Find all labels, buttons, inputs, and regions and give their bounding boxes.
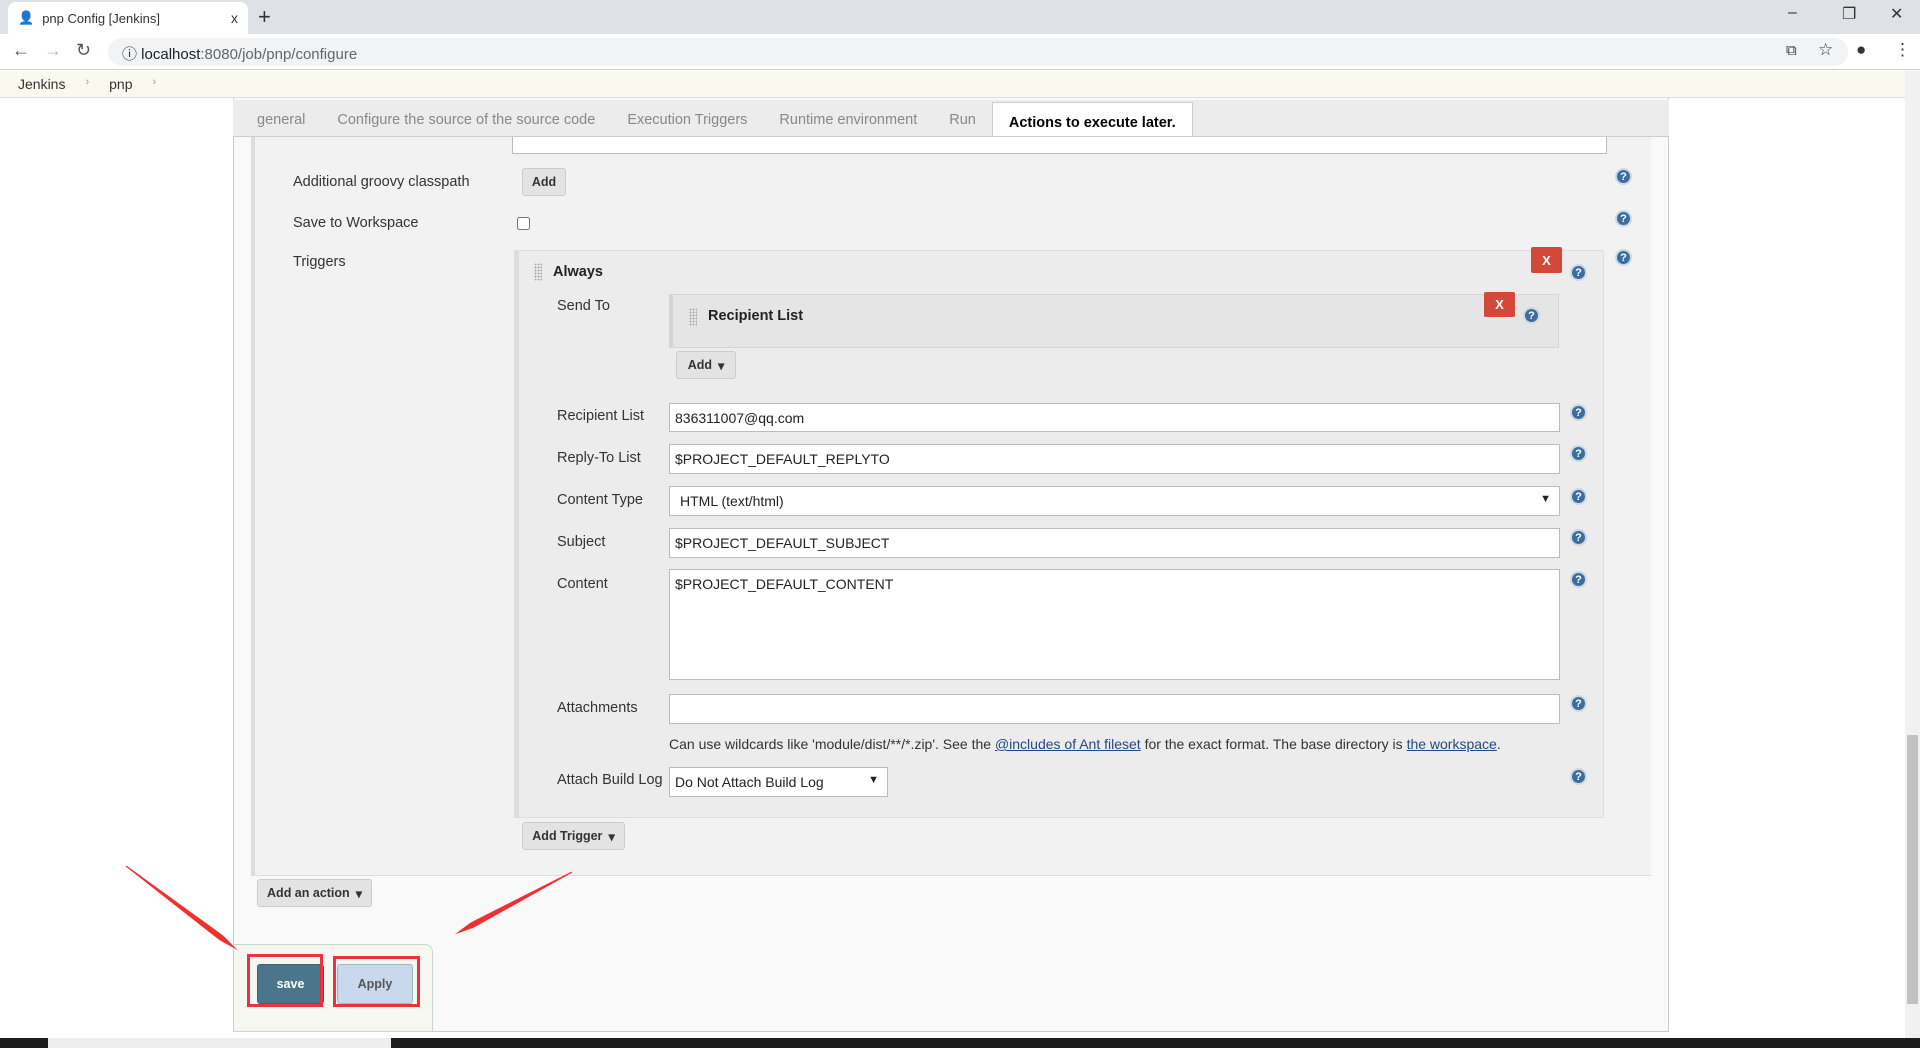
account-icon[interactable]: ● <box>1856 40 1866 60</box>
add-send-to-button[interactable]: Add ▾ <box>676 351 736 379</box>
delete-trigger-button[interactable]: X <box>1531 247 1562 273</box>
tab-runtime[interactable]: Runtime environment <box>763 100 933 136</box>
help-icon[interactable]: ? <box>1570 445 1587 462</box>
scrollbar[interactable] <box>1905 71 1920 1038</box>
breadcrumb: Jenkins › pnp › <box>0 71 1905 98</box>
content-textarea[interactable]: $PROJECT_DEFAULT_CONTENT <box>669 569 1560 680</box>
breadcrumb-pnp[interactable]: pnp <box>109 76 132 92</box>
tab-close-icon[interactable]: x <box>231 10 238 26</box>
add-classpath-button[interactable]: Add <box>522 168 566 196</box>
help-icon[interactable]: ? <box>1615 168 1632 185</box>
reply-to-label: Reply-To List <box>557 450 641 466</box>
send-to-label: Send To <box>557 298 610 314</box>
url-host: localhost <box>141 46 201 63</box>
content-type-value: HTML (text/html) <box>680 493 784 509</box>
url-path: :8080/job/pnp/configure <box>200 46 358 63</box>
ant-fileset-link[interactable]: @includes of Ant fileset <box>995 736 1141 752</box>
new-tab-button[interactable]: + <box>258 4 271 30</box>
save-highlight-box <box>247 954 323 1007</box>
window-close-icon[interactable]: ✕ <box>1890 4 1903 24</box>
delete-recipient-button[interactable]: X <box>1484 292 1515 317</box>
taskbar <box>0 1038 1920 1048</box>
tab-triggers[interactable]: Execution Triggers <box>611 100 763 136</box>
caret-down-icon: ▾ <box>718 358 725 373</box>
groovy-classpath-label: Additional groovy classpath <box>293 174 470 190</box>
add-trigger-button[interactable]: Add Trigger ▾ <box>522 822 625 850</box>
save-workspace-checkbox[interactable] <box>517 217 530 230</box>
star-icon[interactable]: ☆ <box>1818 40 1833 60</box>
content-label: Content <box>557 576 608 592</box>
help-icon[interactable]: ? <box>1570 695 1587 712</box>
tab-title: pnp Config [Jenkins] <box>42 10 160 26</box>
tab-run[interactable]: Run <box>933 100 992 136</box>
chevron-right-icon: › <box>85 76 90 88</box>
caret-down-icon: ▾ <box>608 829 615 844</box>
triggers-label: Triggers <box>293 254 346 270</box>
tab-general[interactable]: general <box>241 100 321 136</box>
restore-icon[interactable]: ❐ <box>1842 4 1856 24</box>
recipient-list-label: Recipient List <box>557 408 645 424</box>
reload-icon[interactable]: ↻ <box>76 40 91 61</box>
info-icon: ⓘ <box>122 46 142 63</box>
translate-icon[interactable]: ⧉ <box>1786 42 1797 59</box>
workspace-link[interactable]: the workspace <box>1407 736 1497 752</box>
menu-icon[interactable]: ⋮ <box>1894 40 1911 60</box>
add-action-label: Add an action <box>267 886 350 900</box>
help-icon[interactable]: ? <box>1615 210 1632 227</box>
tab-post-actions[interactable]: Actions to execute later. <box>991 102 1193 136</box>
apply-highlight-box <box>333 956 420 1007</box>
jenkins-favicon-icon: 👤 <box>18 10 35 25</box>
build-log-value: Do Not Attach Build Log <box>675 774 824 790</box>
address-bar[interactable]: ⓘ localhost:8080/job/pnp/configure <box>108 38 1848 66</box>
content-type-label: Content Type <box>557 492 643 508</box>
help-icon[interactable]: ? <box>1615 249 1632 266</box>
chevron-right-icon: › <box>152 76 157 88</box>
caret-down-icon: ▼ <box>1540 493 1551 505</box>
attachments-label: Attachments <box>557 700 638 716</box>
save-workspace-label: Save to Workspace <box>293 215 419 231</box>
help-icon[interactable]: ? <box>1570 264 1587 281</box>
hint-text: Can use wildcards like 'module/dist/**/*… <box>669 736 995 752</box>
help-icon[interactable]: ? <box>1523 307 1540 324</box>
drag-handle-icon[interactable] <box>689 308 697 326</box>
help-icon[interactable]: ? <box>1570 404 1587 421</box>
trigger-name: Always <box>553 264 603 280</box>
help-icon[interactable]: ? <box>1570 488 1587 505</box>
caret-down-icon: ▾ <box>355 886 362 901</box>
attachments-hint: Can use wildcards like 'module/dist/**/*… <box>669 736 1501 752</box>
tab-source[interactable]: Configure the source of the source code <box>321 100 611 136</box>
hint-text: . <box>1496 736 1501 752</box>
taskbar-item[interactable] <box>48 1038 391 1048</box>
help-icon[interactable]: ? <box>1570 529 1587 546</box>
forward-icon[interactable]: → <box>44 40 62 61</box>
config-tabs: general Configure the source of the sour… <box>233 100 1669 137</box>
back-icon[interactable]: ← <box>12 40 30 61</box>
add-label: Add <box>687 358 713 372</box>
recipient-list-input[interactable]: 836311007@qq.com <box>669 403 1560 432</box>
attach-build-log-select[interactable]: Do Not Attach Build Log ▼ <box>669 767 888 797</box>
help-icon[interactable]: ? <box>1570 571 1587 588</box>
drag-handle-icon[interactable] <box>534 263 542 281</box>
browser-tab[interactable]: 👤 pnp Config [Jenkins] x <box>8 2 248 34</box>
minimize-icon[interactable]: – <box>1788 4 1797 22</box>
browser-tab-strip <box>0 0 1920 34</box>
subject-input[interactable]: $PROJECT_DEFAULT_SUBJECT <box>669 528 1560 558</box>
attachments-input[interactable] <box>669 694 1560 724</box>
subject-label: Subject <box>557 534 606 550</box>
hint-text: for the exact format. The base directory… <box>1140 736 1407 752</box>
recipient-block-title: Recipient List <box>708 308 804 324</box>
attach-build-log-label: Attach Build Log <box>557 772 663 788</box>
reply-to-input[interactable]: $PROJECT_DEFAULT_REPLYTO <box>669 444 1560 474</box>
content-type-select[interactable]: HTML (text/html) ▼ <box>669 486 1560 516</box>
add-action-button[interactable]: Add an action ▾ <box>257 879 372 907</box>
caret-down-icon: ▼ <box>868 774 879 786</box>
breadcrumb-jenkins[interactable]: Jenkins <box>18 76 65 92</box>
help-icon[interactable]: ? <box>1570 768 1587 785</box>
annotation-arrow <box>124 864 239 953</box>
scrollbar-thumb[interactable] <box>1907 735 1918 1004</box>
script-textarea[interactable] <box>512 137 1607 154</box>
add-trigger-label: Add Trigger <box>532 829 603 843</box>
